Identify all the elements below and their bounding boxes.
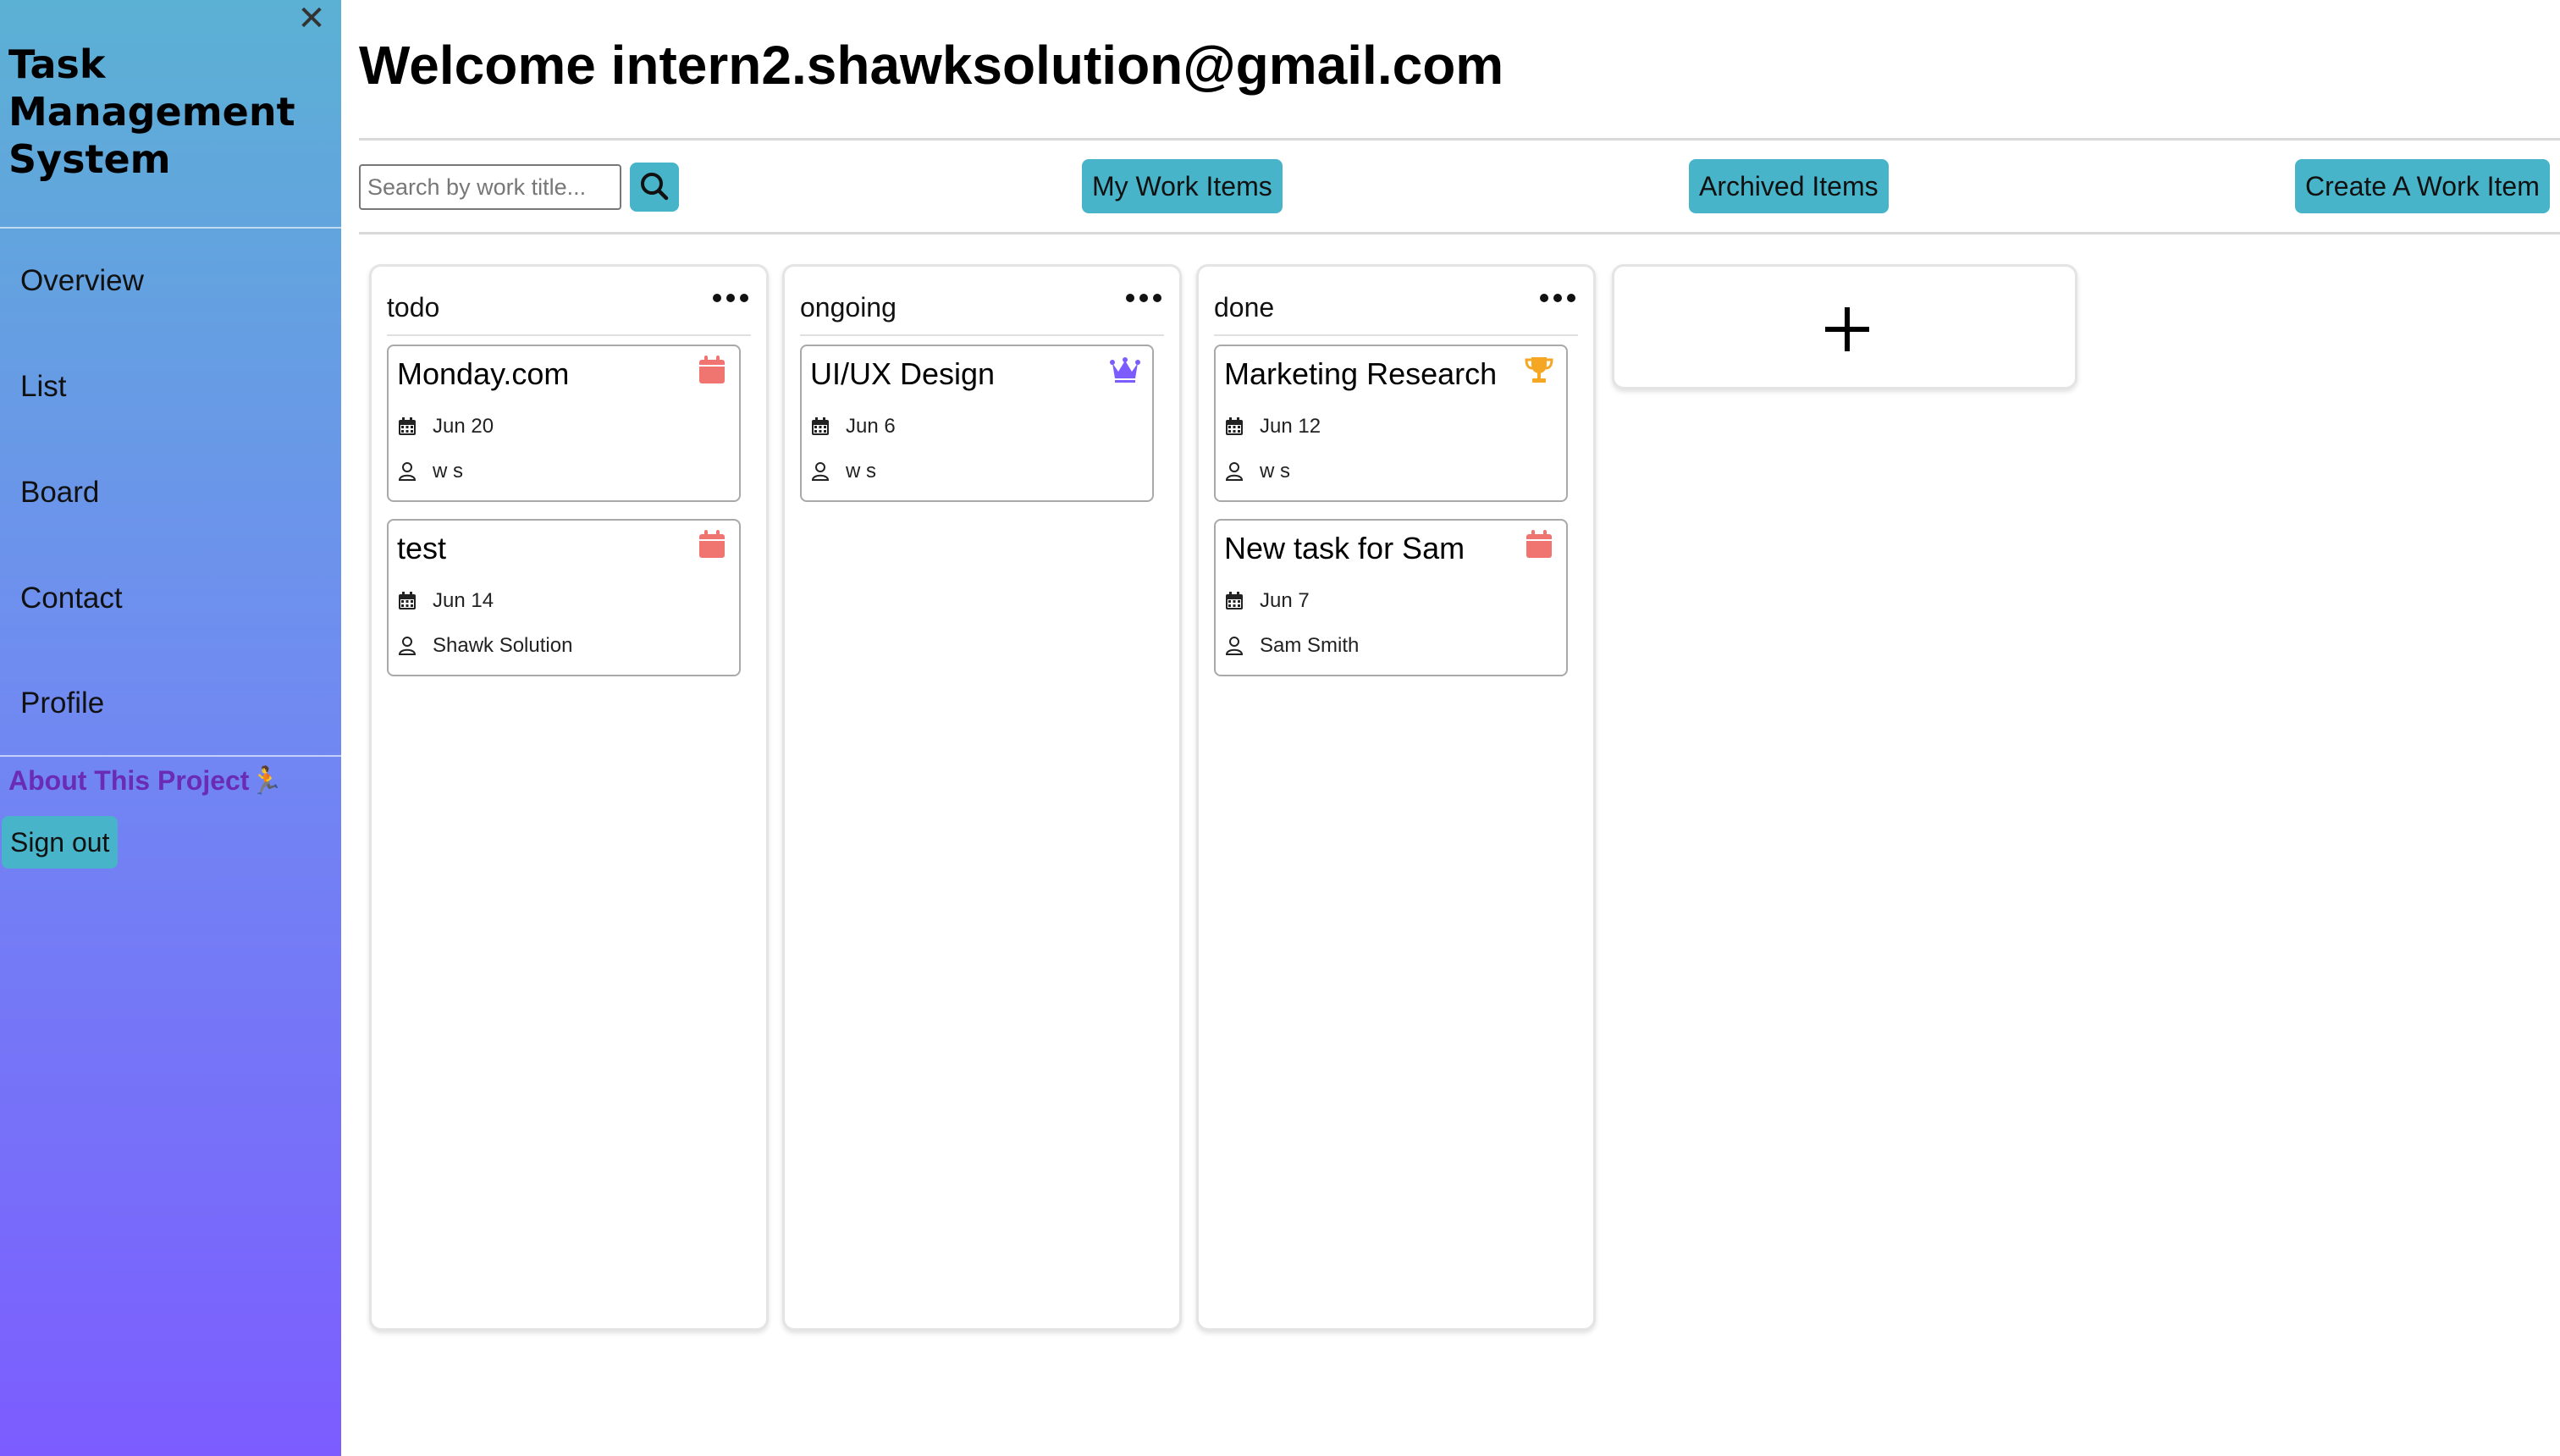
more-options-icon[interactable] [710,285,751,311]
user-icon [398,637,417,655]
add-column-button[interactable] [1612,264,2077,389]
search-input[interactable] [359,164,621,210]
column-divider [387,334,751,336]
calendar-small-icon [812,417,829,435]
calendar-icon [699,356,725,383]
trophy-icon [1525,357,1553,383]
task-card[interactable]: test Jun 14 Shawk Solution [387,519,741,676]
card-date: Jun 20 [433,415,494,438]
card-date: Jun 12 [1260,415,1321,438]
card-assignee: w s [1260,460,1290,483]
close-sidebar-icon[interactable]: ✕ [296,2,327,36]
calendar-small-icon [1226,592,1243,609]
board-column-done: done Marketing Research Jun 12 w s New t… [1196,264,1596,1331]
card-date-row: Jun 14 [397,588,494,614]
card-date: Jun 7 [1260,589,1310,612]
user-icon [1225,462,1244,481]
card-assignee-row: w s [397,459,463,484]
create-work-item-button[interactable]: Create A Work Item [2295,159,2550,213]
sidebar-item-profile[interactable]: Profile [20,687,104,720]
card-title: Monday.com [397,356,570,391]
sidebar-item-overview[interactable]: Overview [20,264,144,298]
more-options-icon[interactable] [1537,285,1578,311]
calendar-small-icon [399,417,416,435]
about-project-link[interactable]: About This Project🏃 [8,764,283,797]
board-column-ongoing: ongoing UI/UX Design Jun 6 w s [782,264,1182,1331]
toolbar-divider [359,232,2560,234]
card-assignee-row: w s [810,459,876,484]
column-title: ongoing [800,292,897,323]
card-assignee-row: Sam Smith [1224,633,1359,659]
sidebar: ✕ Task Management System Overview List B… [0,0,341,1456]
sidebar-divider [0,227,341,229]
card-assignee: Sam Smith [1260,634,1360,657]
card-date: Jun 6 [846,415,896,438]
card-title: test [397,531,447,565]
task-card[interactable]: New task for Sam Jun 7 Sam Smith [1214,519,1568,676]
sidebar-item-board[interactable]: Board [20,476,99,510]
user-icon [811,462,830,481]
calendar-icon [699,530,725,558]
user-icon [398,462,417,481]
column-title: todo [387,292,440,323]
plus-icon [1825,307,1869,351]
sidebar-item-contact[interactable]: Contact [20,582,123,615]
card-date: Jun 14 [433,589,494,612]
card-date-row: Jun 6 [810,414,896,439]
card-title: UI/UX Design [810,356,996,391]
search-icon [641,173,669,201]
task-card[interactable]: Monday.com Jun 20 w s [387,345,741,502]
board-column-todo: todo Monday.com Jun 20 w s test Jun 14 S… [369,264,769,1331]
card-date-row: Jun 12 [1224,414,1321,439]
sidebar-item-list[interactable]: List [20,370,66,404]
my-work-items-button[interactable]: My Work Items [1082,159,1283,213]
archived-items-button[interactable]: Archived Items [1689,159,1889,213]
card-assignee-row: w s [1224,459,1290,484]
card-date-row: Jun 20 [397,414,494,439]
card-assignee-row: Shawk Solution [397,633,572,659]
card-assignee: Shawk Solution [433,634,573,657]
column-divider [800,334,1164,336]
task-card[interactable]: UI/UX Design Jun 6 w s [800,345,1154,502]
sign-out-button[interactable]: Sign out [2,816,119,869]
column-divider [1214,334,1578,336]
card-title: Marketing Research [1224,356,1498,391]
welcome-heading: Welcome intern2.shawksolution@gmail.com [359,35,1504,96]
card-assignee: w s [846,460,876,483]
calendar-icon [1526,530,1552,558]
column-title: done [1214,292,1275,323]
user-icon [1225,637,1244,655]
calendar-small-icon [399,592,416,609]
calendar-small-icon [1226,417,1243,435]
card-title: New task for Sam [1224,531,1465,565]
card-assignee: w s [433,460,463,483]
sidebar-divider [0,755,341,757]
card-date-row: Jun 7 [1224,588,1310,614]
app-title: Task Management System [8,41,295,182]
search-button[interactable] [630,163,679,212]
crown-icon [1110,357,1140,383]
more-options-icon[interactable] [1123,285,1164,311]
task-card[interactable]: Marketing Research Jun 12 w s [1214,345,1568,502]
header-divider [359,138,2560,141]
